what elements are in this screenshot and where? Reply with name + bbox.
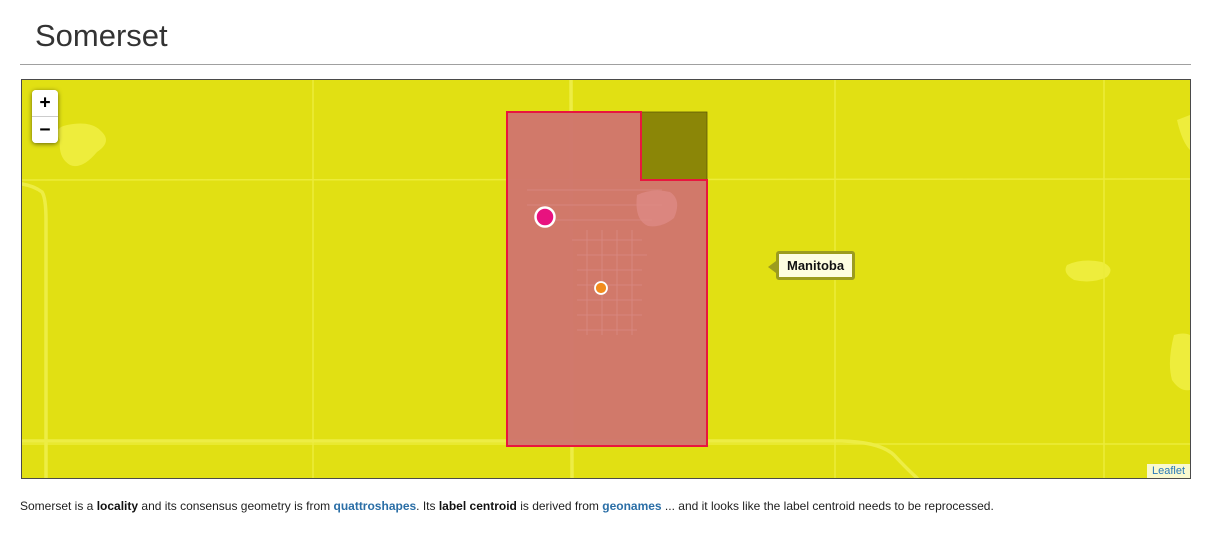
geom-centroid-marker — [594, 281, 608, 295]
region-tooltip: Manitoba — [767, 251, 856, 280]
label-centroid-term: label centroid — [438, 499, 517, 513]
description: Somerset is a locality and its consensus… — [20, 498, 994, 514]
map-tiles[interactable] — [22, 80, 1190, 478]
description-text: and its consensus geometry is from — [138, 499, 334, 513]
page-title: Somerset — [35, 18, 168, 53]
label-centroid-marker — [534, 206, 556, 228]
zoom-out-button[interactable]: − — [32, 117, 58, 143]
zoom-control: + − — [32, 90, 58, 143]
description-text: ... and it looks like the label centroid… — [661, 499, 994, 513]
leaflet-attribution-link[interactable]: Leaflet — [1146, 464, 1190, 478]
title-divider — [20, 64, 1191, 65]
description-text: Somerset is a — [20, 499, 97, 513]
label-source-link[interactable]: geonames — [602, 499, 661, 513]
geom-source-link[interactable]: quattroshapes — [333, 499, 416, 513]
neighbour-polygon — [640, 111, 708, 181]
description-text: . Its — [416, 499, 439, 513]
map[interactable]: + − Manitoba Leaflet — [21, 79, 1191, 479]
description-text: is derived from — [516, 499, 603, 513]
zoom-in-button[interactable]: + — [32, 90, 58, 117]
page: Somerset + − Manitoba Leaflet Somerset i… — [0, 0, 1220, 535]
placetype-value: locality — [96, 499, 139, 513]
